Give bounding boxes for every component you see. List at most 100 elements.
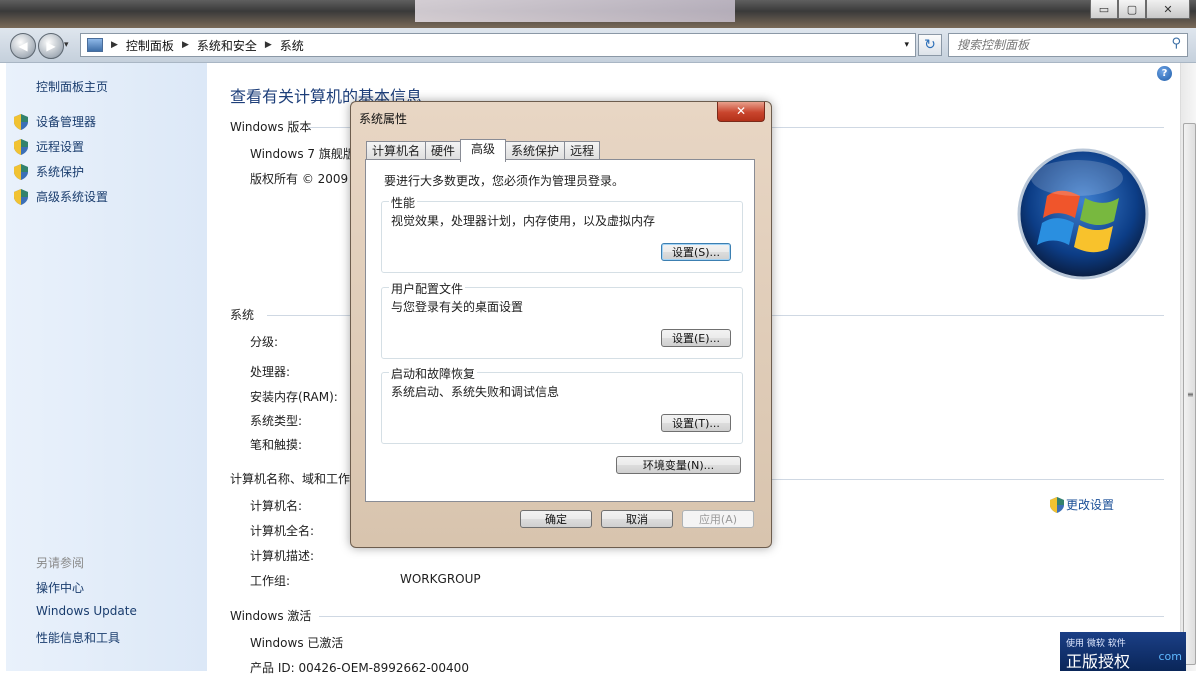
sidebar-item-remote-settings[interactable]: 远程设置: [14, 138, 84, 155]
chevron-right-icon[interactable]: ▶: [111, 40, 118, 50]
dialog-title: 系统属性: [359, 112, 408, 126]
computer-description-label: 计算机描述:: [250, 549, 315, 563]
minimize-button[interactable]: ▭: [1090, 0, 1118, 19]
ram-label: 安装内存(RAM):: [250, 390, 338, 404]
chevron-right-icon[interactable]: ▶: [182, 40, 189, 50]
system-heading: 系统: [230, 308, 255, 322]
control-panel-home-link[interactable]: 控制面板主页: [36, 78, 108, 95]
user-profiles-description: 与您登录有关的桌面设置: [391, 300, 524, 314]
performance-group: 性能 视觉效果，处理器计划，内存使用，以及虚拟内存 设置(S)...: [381, 194, 743, 273]
sidebar-item-device-manager[interactable]: 设备管理器: [14, 113, 96, 130]
admin-note: 要进行大多数更改，您必须作为管理员登录。: [384, 174, 625, 188]
windows-logo: [1017, 148, 1149, 280]
address-bar[interactable]: ▶ 控制面板 ▶ 系统和安全 ▶ 系统 ▾: [80, 33, 916, 57]
sidebar-item-label: 远程设置: [36, 140, 85, 154]
system-rating-label: 分级:: [250, 335, 279, 349]
windows-edition-heading: Windows 版本: [230, 120, 312, 134]
product-id: 产品 ID: 00426-OEM-8992662-00400: [250, 661, 469, 675]
user-profiles-label: 用户配置文件: [389, 280, 466, 297]
address-dropdown-icon[interactable]: ▾: [904, 40, 909, 50]
environment-variables-button[interactable]: 环境变量(N)...: [616, 456, 741, 474]
tab-hardware[interactable]: 硬件: [425, 141, 462, 161]
recent-pages-dropdown-icon[interactable]: ▾: [64, 40, 69, 50]
system-type-label: 系统类型:: [250, 414, 303, 428]
advanced-tab-panel: 要进行大多数更改，您必须作为管理员登录。 性能 视觉效果，处理器计划，内存使用，…: [365, 159, 755, 502]
refresh-button[interactable]: ↻: [918, 34, 942, 56]
performance-info-link[interactable]: 性能信息和工具: [36, 629, 120, 646]
navigation-bar: ◀ ▶ ▾ ▶ 控制面板 ▶ 系统和安全 ▶ 系统 ▾ ↻ ⚲: [0, 28, 1196, 63]
user-profiles-settings-button[interactable]: 设置(E)...: [661, 329, 731, 347]
sidebar-item-label: 系统保护: [36, 165, 85, 179]
uac-shield-icon: [14, 188, 28, 205]
uac-shield-icon: [14, 138, 28, 155]
dialog-tabs: 计算机名 硬件 高级 系统保护 远程: [366, 139, 601, 162]
edition-name: Windows 7 旗舰版: [250, 147, 355, 161]
search-box[interactable]: ⚲: [948, 33, 1188, 57]
control-panel-icon: [87, 38, 103, 52]
system-properties-dialog: 系统属性 ✕ 计算机名 硬件 高级 系统保护 远程 要进行大多数更改，您必须作为…: [350, 101, 772, 548]
refresh-icon: ↻: [924, 37, 936, 53]
breadcrumb-system[interactable]: 系统: [280, 37, 304, 54]
vertical-scrollbar[interactable]: ≡: [1180, 63, 1196, 671]
forward-arrow-icon: ▶: [46, 39, 56, 53]
back-button[interactable]: ◀: [10, 33, 36, 59]
activation-heading: Windows 激活: [230, 609, 312, 623]
sidebar-item-system-protection[interactable]: 系统保护: [14, 163, 84, 180]
back-arrow-icon: ◀: [18, 39, 28, 53]
uac-shield-icon: [14, 113, 28, 130]
workgroup-label: 工作组:: [250, 574, 291, 588]
pen-touch-label: 笔和触摸:: [250, 438, 303, 452]
performance-description: 视觉效果，处理器计划，内存使用，以及虚拟内存: [391, 214, 656, 228]
performance-label: 性能: [389, 194, 418, 211]
startup-recovery-description: 系统启动、系统失败和调试信息: [391, 385, 560, 399]
ok-button[interactable]: 确定: [520, 510, 592, 528]
apply-button[interactable]: 应用(A): [682, 510, 754, 528]
tab-system-protection[interactable]: 系统保护: [505, 141, 566, 161]
tab-advanced[interactable]: 高级: [460, 139, 507, 162]
sidebar-item-advanced-settings[interactable]: 高级系统设置: [14, 188, 108, 205]
window-title-bar: ▭ ▢ ✕: [0, 0, 1196, 28]
divider: [319, 616, 1164, 617]
left-task-pane: 控制面板主页 设备管理器 远程设置 系统保护 高级系统设置 另请参阅 操作中心 …: [6, 63, 207, 671]
dialog-close-button[interactable]: ✕: [717, 102, 765, 122]
cancel-button[interactable]: 取消: [601, 510, 673, 528]
scrollbar-thumb[interactable]: ≡: [1183, 123, 1196, 665]
background-window-blur: [415, 0, 735, 22]
tab-computer-name[interactable]: 计算机名: [366, 141, 427, 161]
startup-recovery-label: 启动和故障恢复: [389, 365, 478, 382]
full-computer-name-label: 计算机全名:: [250, 524, 315, 538]
watermark-big-text: 正版授权: [1066, 652, 1131, 671]
search-input[interactable]: [949, 34, 1159, 56]
sidebar-item-label: 设备管理器: [36, 115, 97, 129]
uac-shield-icon: [14, 163, 28, 180]
search-icon[interactable]: ⚲: [1171, 36, 1181, 51]
processor-label: 处理器:: [250, 365, 291, 379]
computer-name-label: 计算机名:: [250, 499, 303, 513]
windows-update-link[interactable]: Windows Update: [36, 604, 137, 618]
chevron-right-icon[interactable]: ▶: [265, 40, 272, 50]
watermark-site-text: com: [1158, 650, 1183, 663]
workgroup-value: WORKGROUP: [400, 572, 481, 586]
change-settings-link[interactable]: 更改设置: [1050, 496, 1114, 513]
sidebar-item-label: 高级系统设置: [36, 190, 109, 204]
close-window-button[interactable]: ✕: [1146, 0, 1190, 19]
action-center-link[interactable]: 操作中心: [36, 579, 84, 596]
performance-settings-button[interactable]: 设置(S)...: [661, 243, 731, 261]
caption-buttons: ▭ ▢ ✕: [1090, 0, 1190, 19]
maximize-button[interactable]: ▢: [1118, 0, 1146, 19]
breadcrumb-system-security[interactable]: 系统和安全: [197, 37, 257, 54]
user-profiles-group: 用户配置文件 与您登录有关的桌面设置 设置(E)...: [381, 280, 743, 359]
breadcrumb-control-panel[interactable]: 控制面板: [126, 37, 174, 54]
uac-shield-icon: [1050, 496, 1064, 513]
watermark-badge: 使用 微软 软件 正版授权 com: [1060, 632, 1186, 671]
change-settings-label: 更改设置: [1066, 498, 1115, 512]
see-also-heading: 另请参阅: [36, 556, 85, 570]
help-icon[interactable]: ?: [1157, 66, 1172, 81]
grip-icon: ≡: [1187, 390, 1194, 399]
activation-status: Windows 已激活: [250, 636, 344, 650]
tab-remote[interactable]: 远程: [564, 141, 601, 161]
forward-button[interactable]: ▶: [38, 33, 64, 59]
startup-recovery-settings-button[interactable]: 设置(T)...: [661, 414, 731, 432]
copyright-text: 版权所有 © 2009: [250, 172, 349, 186]
startup-recovery-group: 启动和故障恢复 系统启动、系统失败和调试信息 设置(T)...: [381, 365, 743, 444]
